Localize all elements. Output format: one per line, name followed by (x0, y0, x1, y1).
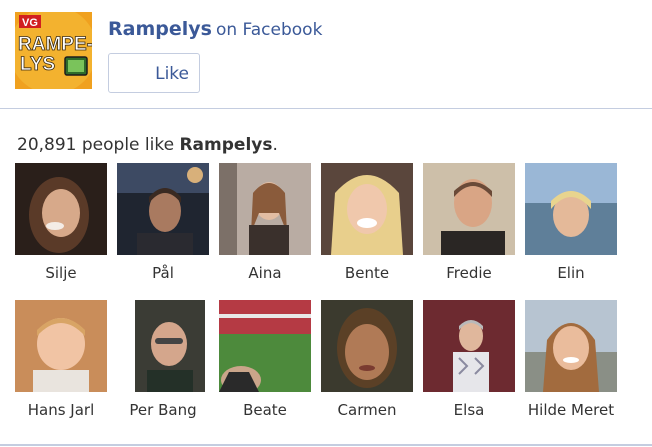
bottom-divider (0, 444, 652, 446)
page-name-link[interactable]: Rampelys (108, 18, 212, 40)
face-item[interactable]: Hans Jarl (10, 300, 112, 419)
face-name: Bente (344, 264, 390, 282)
profile-photo (219, 300, 311, 392)
face-item[interactable]: Silje (10, 163, 112, 282)
face-item[interactable]: Per Bang (112, 300, 214, 419)
profile-photo (321, 163, 413, 255)
logo-line2-text: LYS (20, 54, 55, 75)
profile-photo (117, 300, 209, 392)
rampelys-logo[interactable]: VG RAMPE- LYS (15, 12, 92, 89)
profile-photo (525, 163, 617, 255)
likes-count: 20,891 (17, 135, 77, 155)
face-name: Pål (152, 264, 174, 282)
profile-photo (423, 300, 515, 392)
face-item[interactable]: Hilde Meret (520, 300, 622, 419)
face-name: Hans Jarl (27, 401, 95, 419)
like-box-header: VG RAMPE- LYS Rampelys on Facebook Like (0, 0, 652, 109)
face-name: Aina (248, 264, 282, 282)
logo-image: VG RAMPE- LYS (15, 12, 92, 89)
profile-photo (423, 163, 515, 255)
face-name: Elsa (453, 401, 485, 419)
face-name: Fredie (446, 264, 492, 282)
profile-photo (15, 163, 107, 255)
face-name: Beate (243, 401, 287, 419)
profile-photo (525, 300, 617, 392)
on-facebook-link[interactable]: on Facebook (216, 20, 322, 40)
face-item[interactable]: Aina (214, 163, 316, 282)
likes-summary: 20,891 people like Rampelys. (17, 134, 278, 156)
page-title: Rampelys on Facebook (108, 16, 322, 43)
profile-photo (15, 300, 107, 392)
face-item[interactable]: Elin (520, 163, 622, 282)
logo-line1-text: RAMPE- (18, 34, 92, 55)
profile-photo (219, 163, 311, 255)
face-name: Silje (45, 264, 77, 282)
face-name: Carmen (337, 401, 397, 419)
profile-photo (321, 300, 413, 392)
face-name: Elin (557, 264, 585, 282)
face-name: Hilde Meret (527, 401, 615, 419)
logo-vg-text: VG (22, 17, 38, 29)
face-item[interactable]: Beate (214, 300, 316, 419)
likes-page-name[interactable]: Rampelys (179, 135, 272, 155)
face-item[interactable]: Fredie (418, 163, 520, 282)
like-button[interactable]: Like (108, 53, 200, 93)
likes-text: people like (81, 135, 175, 155)
face-item[interactable]: Pål (112, 163, 214, 282)
profile-photo (117, 163, 209, 255)
face-item[interactable]: Bente (316, 163, 418, 282)
face-item[interactable]: Carmen (316, 300, 418, 419)
face-item[interactable]: Elsa (418, 300, 520, 419)
likes-period: . (272, 135, 278, 155)
face-name: Per Bang (129, 401, 197, 419)
